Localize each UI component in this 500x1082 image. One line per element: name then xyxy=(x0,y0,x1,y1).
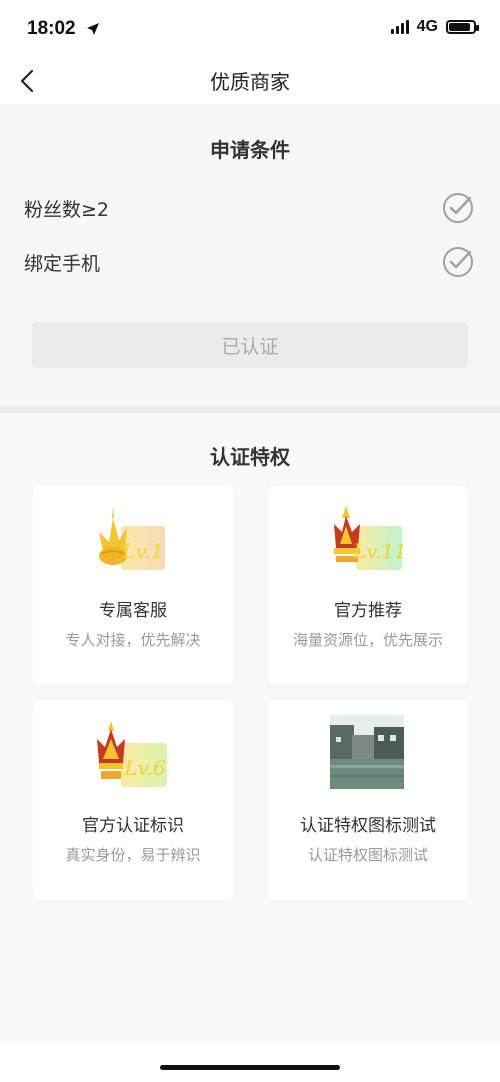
check-circle-icon xyxy=(443,247,473,277)
conditions-title: 申请条件 xyxy=(210,138,290,162)
crown-lv1-icon: Lv.1 xyxy=(99,506,165,570)
condition-label: 绑定手机 xyxy=(24,252,101,275)
status-bar: 18:02 4G xyxy=(0,0,500,58)
check-circle-icon xyxy=(443,193,473,223)
home-indicator-area xyxy=(0,1041,500,1082)
condition-row-fans: 粉丝数≥2 xyxy=(24,188,474,228)
privilege-card-service[interactable]: Lv.1 专属客服 专人对接，优先解决 xyxy=(33,486,233,684)
section-divider xyxy=(0,406,500,413)
crown-lv6-icon: Lv.6 xyxy=(97,721,167,787)
privilege-card-test[interactable]: 认证特权图标测试 认证特权图标测试 xyxy=(268,701,468,899)
card-title: 专属客服 xyxy=(99,601,167,621)
location-arrow-icon xyxy=(87,23,99,35)
privilege-card-badge[interactable]: Lv.6 官方认证标识 真实身份，易于辨识 xyxy=(33,701,233,899)
card-desc: 专人对接，优先解决 xyxy=(65,631,201,649)
privilege-card-recommend[interactable]: Lv.11 官方推荐 海量资源位，优先展示 xyxy=(268,486,468,684)
svg-text:Lv.6: Lv.6 xyxy=(123,756,166,780)
status-indicators: 4G xyxy=(390,18,479,36)
privileges-title: 认证特权 xyxy=(210,445,290,469)
conditions-section: 申请条件 粉丝数≥2 绑定手机 已认证 xyxy=(0,104,500,406)
privileges-section: 认证特权 Lv.1 专属客服 专人对接，优先解决 Lv.11 官方推荐 海量资源… xyxy=(0,413,500,1041)
photo-thumbnail xyxy=(330,715,404,789)
card-title: 官方推荐 xyxy=(334,601,402,621)
nav-bar: 优质商家 xyxy=(0,58,500,104)
status-time: 18:02 xyxy=(27,18,76,39)
card-desc: 真实身份，易于辨识 xyxy=(65,846,201,864)
card-desc: 认证特权图标测试 xyxy=(307,846,428,864)
home-indicator[interactable] xyxy=(160,1065,340,1070)
card-desc: 海量资源位，优先展示 xyxy=(292,631,443,649)
svg-text:Lv.1: Lv.1 xyxy=(121,539,163,563)
card-title: 官方认证标识 xyxy=(82,816,184,836)
signal-icon xyxy=(390,20,409,34)
condition-row-phone: 绑定手机 xyxy=(24,242,474,282)
network-type: 4G xyxy=(416,18,438,35)
crown-lv11-icon: Lv.11 xyxy=(334,506,407,570)
battery-icon xyxy=(446,20,479,34)
card-title: 认证特权图标测试 xyxy=(300,816,436,836)
svg-text:Lv.11: Lv.11 xyxy=(352,539,407,563)
condition-label: 粉丝数≥2 xyxy=(24,198,110,221)
verified-button[interactable]: 已认证 xyxy=(32,322,468,368)
page-title: 优质商家 xyxy=(210,70,290,94)
